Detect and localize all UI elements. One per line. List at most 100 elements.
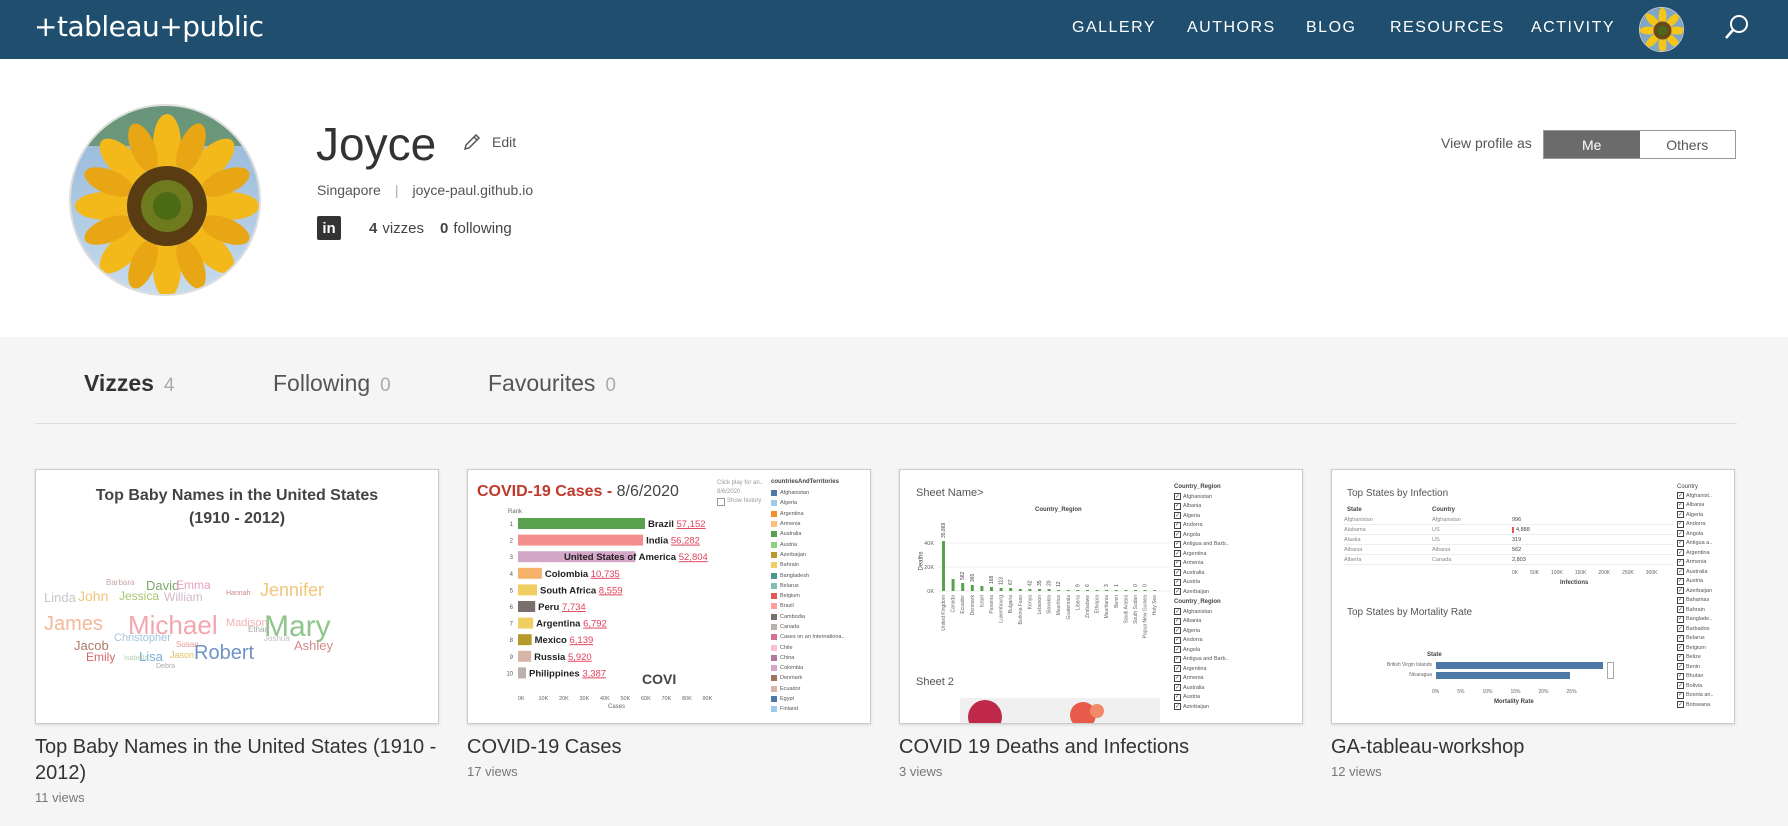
filter-item[interactable]: ✓ Argentina — [1677, 548, 1714, 558]
filter-item[interactable]: ✓ Azerbaijan — [1677, 586, 1714, 596]
search-icon[interactable] — [1722, 12, 1752, 42]
filter-item[interactable]: ✓ Argentina — [1174, 549, 1229, 559]
filter-item[interactable]: ✓ Australia — [1174, 683, 1229, 693]
filter-item[interactable]: ✓ Azerbaijan — [1174, 587, 1229, 597]
edit-profile-button[interactable]: Edit — [462, 132, 516, 152]
legend-item[interactable]: Armenia — [771, 519, 845, 529]
filter-item[interactable]: ✓ Algeria — [1174, 511, 1229, 521]
legend-item[interactable]: Algeria — [771, 498, 845, 508]
view-as-others-button[interactable]: Others — [1639, 131, 1735, 158]
legend-item[interactable]: Chile — [771, 642, 845, 652]
viz-thumbnail-covid-deaths[interactable]: Sheet Name> Country_Region Deaths 40K 20K… — [899, 469, 1303, 724]
viz-thumbnail-ga-workshop[interactable]: Top States by Infection State Country Af… — [1331, 469, 1735, 724]
filter-item[interactable]: ✓ Andorra — [1677, 520, 1714, 530]
linkedin-icon[interactable]: in — [317, 216, 341, 240]
filter-item[interactable]: ✓ Albania — [1174, 502, 1229, 512]
filter-item[interactable]: ✓ Bahrain — [1677, 605, 1714, 615]
tableau-public-logo[interactable]: +tableau+public — [34, 10, 264, 43]
view-as-me-button[interactable]: Me — [1544, 131, 1640, 158]
filter-item[interactable]: ✓ Algeria — [1677, 510, 1714, 520]
legend-item[interactable]: Afghanistan — [771, 488, 845, 498]
filter-item[interactable]: ✓ Antigua a.. — [1677, 539, 1714, 549]
mortality-label: Mortality Rate — [1494, 699, 1534, 705]
filter-item[interactable]: ✓ Australia — [1174, 568, 1229, 578]
filter-item[interactable]: ✓ Angola — [1174, 530, 1229, 540]
filter-item[interactable]: ✓ Andorra — [1174, 521, 1229, 531]
filter-item[interactable]: ✓ Antigua and Barb.. — [1174, 540, 1229, 550]
filter-item[interactable]: ✓ Belize — [1677, 653, 1714, 663]
filter-item[interactable]: ✓ Andorra — [1174, 636, 1229, 646]
filter-item[interactable]: ✓ Banglade.. — [1677, 615, 1714, 625]
filter-item[interactable]: ✓ Azerbaijan — [1174, 702, 1229, 712]
filter-item[interactable]: ✓ Afghanist.. — [1677, 491, 1714, 501]
legend-item[interactable]: Colombia — [771, 663, 845, 673]
filter-item[interactable]: ✓ Armenia — [1174, 674, 1229, 684]
legend-item[interactable]: Argentina — [771, 509, 845, 519]
checkbox-icon: ✓ — [1677, 492, 1684, 500]
col-state: State — [1347, 507, 1362, 513]
legend-item[interactable]: Denmark — [771, 673, 845, 683]
viz-title[interactable]: Top Baby Names in the United States (191… — [35, 734, 439, 786]
filter-item[interactable]: ✓ Austria — [1174, 578, 1229, 588]
nav-blog[interactable]: BLOG — [1306, 19, 1356, 37]
filter-item[interactable]: ✓ Afghanistan — [1174, 607, 1229, 617]
filter-item[interactable]: ✓ Albania — [1677, 501, 1714, 511]
legend-item[interactable]: Egypt — [771, 694, 845, 704]
axis-label: Cases — [608, 704, 626, 710]
legend-item[interactable]: Australia — [771, 529, 845, 539]
viz-thumbnail-covid-cases[interactable]: COVID-19 Cases - 8/6/2020 Click play for… — [467, 469, 871, 724]
filter-item[interactable]: ✓ Austria — [1174, 693, 1229, 703]
legend-item[interactable]: Bahrain — [771, 560, 845, 570]
legend-item[interactable]: Brazil — [771, 601, 845, 611]
filter-item[interactable]: ✓ Algeria — [1174, 626, 1229, 636]
filter-item[interactable]: ✓ Austria — [1677, 577, 1714, 587]
tab-count: 0 — [380, 375, 391, 396]
word-cloud-word: Linda — [44, 590, 76, 605]
filter-item[interactable]: ✓ Barbados — [1677, 624, 1714, 634]
filter-item[interactable]: ✓ Angola — [1174, 645, 1229, 655]
legend-item[interactable]: Cambodia — [771, 612, 845, 622]
nav-activity[interactable]: ACTIVITY — [1531, 19, 1615, 37]
filter-item[interactable]: ✓ Albania — [1174, 617, 1229, 627]
legend-item[interactable]: China — [771, 653, 845, 663]
viz-title[interactable]: GA-tableau-workshop — [1331, 734, 1735, 760]
filter-item[interactable]: ✓ Botswana — [1677, 700, 1714, 710]
filter-item[interactable]: ✓ Belarus — [1677, 634, 1714, 644]
viz-title[interactable]: COVID 19 Deaths and Infections — [899, 734, 1303, 760]
tab-favourites[interactable]: Favourites 0 — [488, 370, 616, 397]
checkbox-icon: ✓ — [1677, 625, 1684, 633]
legend-item[interactable]: Belarus — [771, 581, 845, 591]
legend-item[interactable]: Finland — [771, 704, 845, 714]
filter-item[interactable]: ✓ Bolivia — [1677, 681, 1714, 691]
filter-item[interactable]: ✓ Australia — [1677, 567, 1714, 577]
filter-item[interactable]: ✓ Bosnia an.. — [1677, 691, 1714, 701]
viz-title[interactable]: COVID-19 Cases — [467, 734, 871, 760]
filter-item[interactable]: ✓ Armenia — [1677, 558, 1714, 568]
legend-item[interactable]: Cases on an Internationa.. — [771, 632, 845, 642]
filter-item[interactable]: ✓ Angola — [1677, 529, 1714, 539]
filter-item[interactable]: ✓ Bahamas — [1677, 596, 1714, 606]
filter-item[interactable]: ✓ Antigua and Barb.. — [1174, 655, 1229, 665]
tab-vizzes[interactable]: Vizzes 4 — [84, 370, 174, 397]
legend-item[interactable]: Ecuador — [771, 684, 845, 694]
legend-item[interactable]: Canada — [771, 622, 845, 632]
legend-item[interactable]: Bangladesh — [771, 570, 845, 580]
filter-item[interactable]: ✓ Armenia — [1174, 559, 1229, 569]
nav-authors[interactable]: AUTHORS — [1187, 19, 1276, 37]
filter-item[interactable]: ✓ Belgium — [1677, 643, 1714, 653]
legend-item[interactable]: Austria — [771, 539, 845, 549]
nav-resources[interactable]: RESOURCES — [1390, 19, 1505, 37]
profile-website-link[interactable]: joyce-paul.github.io — [412, 182, 533, 198]
filter-item[interactable]: ✓ Argentina — [1174, 664, 1229, 674]
filter-item[interactable]: ✓ Afghanistan — [1174, 492, 1229, 502]
viz-thumbnail-baby-names[interactable]: Top Baby Names in the United States (191… — [35, 469, 439, 724]
cell-country: Canada — [1432, 556, 1452, 563]
legend-item[interactable]: Belgium — [771, 591, 845, 601]
filter-item[interactable]: ✓ Bhutan — [1677, 672, 1714, 682]
nav-gallery[interactable]: GALLERY — [1072, 19, 1156, 37]
filter-label: Australia — [1183, 569, 1205, 576]
filter-item[interactable]: ✓ Benin — [1677, 662, 1714, 672]
tab-following[interactable]: Following 0 — [273, 370, 391, 397]
user-avatar[interactable] — [1639, 7, 1684, 52]
legend-item[interactable]: Azerbaijan — [771, 550, 845, 560]
